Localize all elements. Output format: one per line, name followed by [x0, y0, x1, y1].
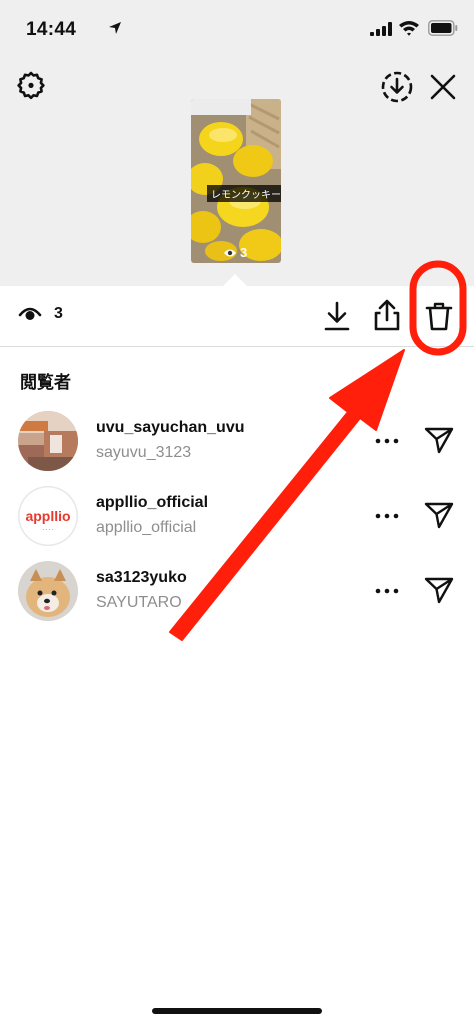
viewer-row[interactable]: uvu_sayuchan_uvu sayuvu_3123: [0, 411, 474, 485]
svg-text:- - - -: - - - -: [43, 527, 54, 533]
save-download-icon[interactable]: [322, 300, 352, 332]
avatar-image: [18, 411, 78, 471]
avatar[interactable]: [18, 561, 78, 621]
status-bar: 14:44: [0, 0, 474, 60]
close-icon[interactable]: [428, 72, 458, 102]
story-preview-area: 14:44 レモンクッキー 3: [0, 0, 474, 286]
appllio-logo-text: appllio: [25, 508, 70, 524]
appllio-logo: appllio - - - -: [18, 486, 78, 546]
viewer-username[interactable]: sa3123yuko: [96, 569, 187, 587]
viewer-username[interactable]: appllio_official: [96, 494, 208, 512]
story-action-bar: 3: [0, 286, 474, 347]
viewers-heading: 閲覧者: [20, 373, 71, 392]
viewer-row[interactable]: appllio - - - - appllio_official appllio…: [0, 486, 474, 560]
send-message-icon[interactable]: [423, 425, 455, 455]
viewer-display-name: sayuvu_3123: [96, 444, 192, 461]
view-count[interactable]: 3: [18, 305, 63, 323]
eye-icon: [224, 249, 236, 256]
download-circle-icon[interactable]: [380, 70, 414, 104]
send-message-icon[interactable]: [423, 575, 455, 605]
lemon-cookies-image: [191, 99, 281, 263]
share-icon[interactable]: [372, 298, 402, 332]
settings-gear-icon[interactable]: [15, 70, 47, 102]
eye-icon: [18, 307, 42, 320]
viewer-row[interactable]: sa3123yuko SAYUTARO: [0, 561, 474, 635]
location-arrow-icon: [109, 22, 121, 34]
trash-icon[interactable]: [424, 300, 454, 332]
viewer-display-name: appllio_official: [96, 519, 197, 536]
more-options-icon[interactable]: [375, 429, 399, 453]
avatar[interactable]: appllio - - - -: [18, 486, 78, 546]
home-indicator[interactable]: [152, 1008, 322, 1014]
cellular-signal-icon: [370, 22, 392, 36]
send-message-icon[interactable]: [423, 500, 455, 530]
avatar[interactable]: [18, 411, 78, 471]
wifi-icon: [399, 21, 419, 36]
more-options-icon[interactable]: [375, 504, 399, 528]
more-options-icon[interactable]: [375, 579, 399, 603]
avatar-image: [18, 561, 78, 621]
viewer-username[interactable]: uvu_sayuchan_uvu: [96, 419, 245, 437]
battery-icon: [428, 20, 458, 36]
status-time: 14:44: [26, 19, 77, 40]
viewer-display-name: SAYUTARO: [96, 594, 182, 611]
story-view-count: 3: [223, 245, 247, 260]
preview-pointer: [223, 274, 247, 286]
story-caption: レモンクッキー: [207, 185, 281, 202]
view-count-number: 3: [54, 305, 63, 322]
story-thumbnail[interactable]: レモンクッキー 3: [191, 99, 281, 263]
story-views-number: 3: [240, 245, 248, 260]
